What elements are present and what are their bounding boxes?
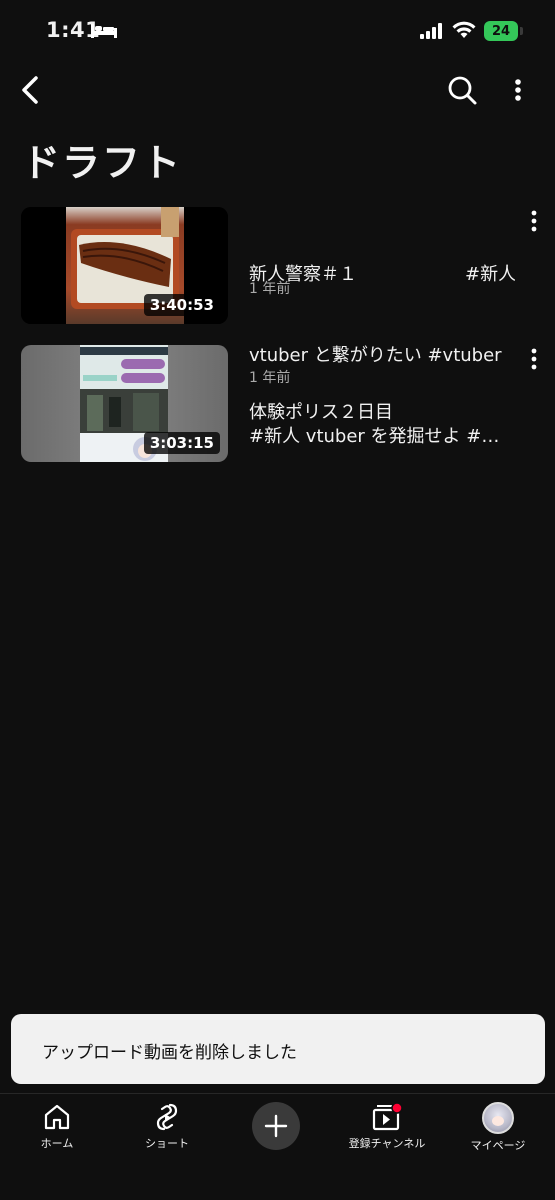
plus-icon: [264, 1114, 288, 1138]
toast-notification: アップロード動画を削除しました: [11, 1014, 545, 1084]
video-thumbnail[interactable]: 3:40:53: [21, 207, 228, 324]
video-age: 1 年前: [249, 281, 291, 297]
toast-message: アップロード動画を削除しました: [42, 1043, 297, 1063]
battery-indicator: 24: [484, 21, 518, 41]
nav-home-label: ホーム: [40, 1137, 74, 1150]
video-duration: 3:03:15: [143, 432, 220, 454]
video-more-icon[interactable]: [524, 207, 544, 235]
more-options-icon[interactable]: [506, 74, 530, 106]
subscriptions-icon: [372, 1102, 403, 1131]
nav-shorts-label: ショート: [145, 1137, 189, 1150]
video-thumbnail[interactable]: 3:03:15: [21, 345, 228, 462]
battery-tip: [520, 27, 523, 35]
nav-my-page-label: マイページ: [470, 1139, 526, 1152]
video-list-item[interactable]: 3:40:53 新人警察＃１ #新人 vtuber と繋がりたい #vtuber…: [0, 205, 555, 447]
nav-my-page[interactable]: マイページ: [448, 1102, 548, 1162]
bed-icon: [91, 24, 117, 38]
home-icon: [44, 1104, 70, 1130]
bottom-navigation: ホーム ショート 登録チャンネル マイページ: [0, 1093, 555, 1200]
video-title-line: 体験ポリス２日目: [249, 402, 393, 423]
page-title: ドラフト: [22, 141, 183, 185]
cellular-signal-icon: [420, 23, 442, 39]
shorts-icon: [156, 1103, 178, 1131]
video-title[interactable]: 体験ポリス２日目: [249, 345, 515, 480]
back-icon[interactable]: [16, 72, 48, 108]
nav-subscriptions[interactable]: 登録チャンネル: [337, 1102, 437, 1162]
video-more-icon[interactable]: [524, 345, 544, 373]
create-button[interactable]: [252, 1102, 300, 1150]
video-list-item[interactable]: 3:03:15 体験ポリス２日目 1 年前: [0, 343, 555, 463]
search-icon[interactable]: [444, 72, 480, 108]
nav-home[interactable]: ホーム: [7, 1102, 107, 1162]
wifi-icon: [452, 21, 476, 38]
nav-shorts[interactable]: ショート: [117, 1102, 217, 1162]
nav-subscriptions-label: 登録チャンネル: [348, 1137, 426, 1150]
video-duration: 3:40:53: [143, 294, 220, 316]
screen: 1:41 24 ドラフト 3:40:53 新人警察＃１ #新人 vtuber と…: [0, 0, 555, 1200]
battery-level: 24: [491, 23, 511, 39]
video-age: 1 年前: [249, 370, 291, 386]
avatar: [482, 1102, 514, 1134]
status-bar: 1:41 24: [0, 0, 555, 62]
